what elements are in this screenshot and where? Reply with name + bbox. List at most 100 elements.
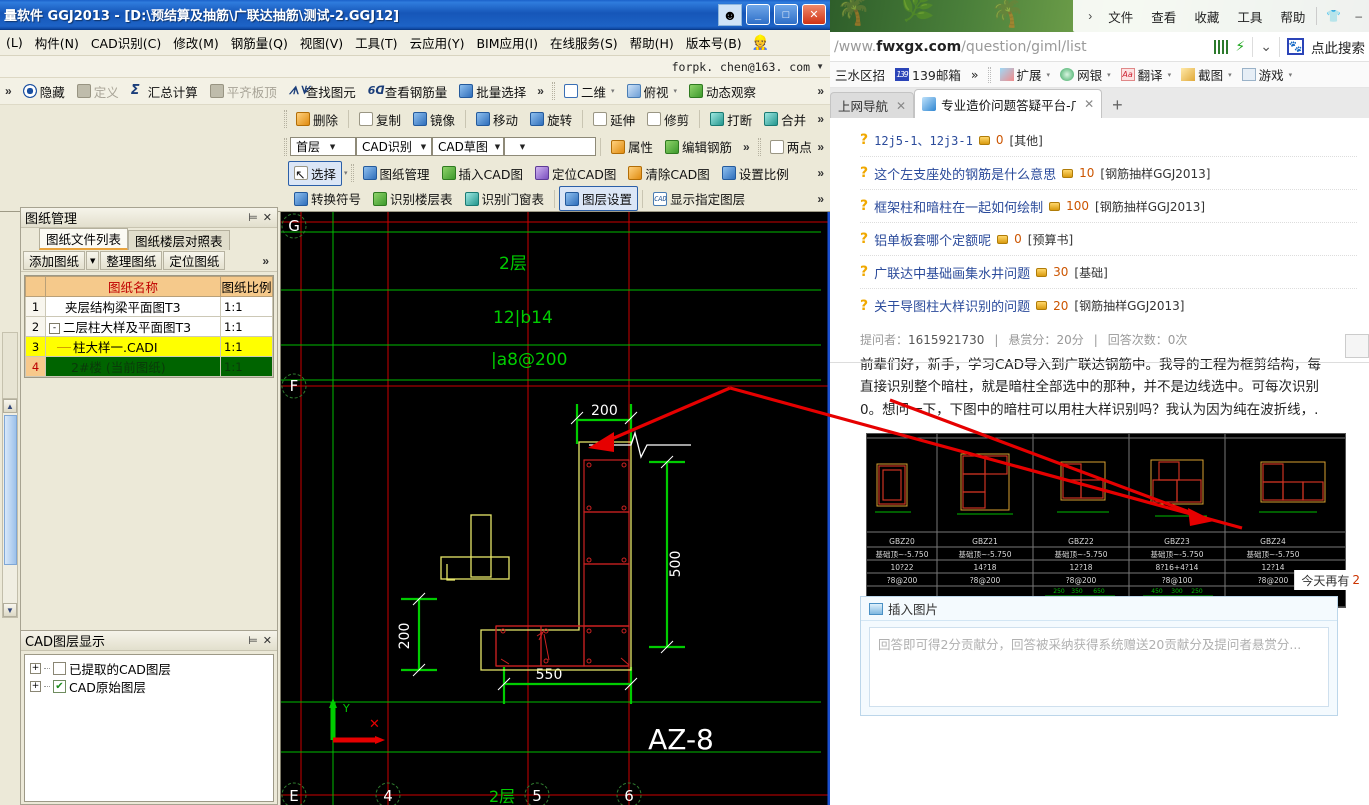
move-button[interactable]: 移动 [470, 107, 524, 132]
menu-item-modify[interactable]: 修改(M) [167, 31, 225, 54]
chevron-down-icon[interactable]: ▾ [1287, 71, 1293, 79]
table-row[interactable]: 3 柱大样一.CADI 1:1 [25, 336, 273, 357]
trim-button[interactable]: 修剪 [641, 107, 695, 132]
drawing-manager-button[interactable]: 图纸管理 [357, 161, 436, 186]
layer-settings-button[interactable]: 图层设置 [559, 186, 639, 211]
checkbox-unchecked[interactable] [53, 661, 66, 675]
close-icon[interactable]: ✕ [1084, 97, 1094, 111]
table-row[interactable]: 2 - 二层柱大样及平面图T3 1:1 [25, 316, 273, 337]
toolbar-row1-overflow[interactable]: » [532, 84, 549, 98]
cad-layer-item-extracted[interactable]: + 已提取的CAD图层 [30, 659, 268, 677]
menu-item-components[interactable]: 构件(N) [29, 31, 85, 54]
menu-item-bim[interactable]: BIM应用(I) [470, 31, 544, 54]
empty-select[interactable]: ▼ [504, 137, 596, 156]
select-tool-button[interactable]: ↖ 选择 [288, 160, 343, 186]
toolbar-games[interactable]: 游戏 ▾ [1237, 65, 1298, 84]
table-row-selected[interactable]: 4 2#楼 (当前图纸) 1:1 [25, 356, 273, 377]
bookmark-overflow[interactable]: » [966, 67, 984, 82]
set-scale-button[interactable]: 设置比例 [716, 161, 795, 186]
list-item[interactable]: ? 这个左支座处的钢筋是什么意思 10 [钢筋抽样GGJ2013] [860, 157, 1357, 190]
chevron-down-icon[interactable]: ▾ [1226, 71, 1232, 79]
browser-menu-file[interactable]: 文件 [1099, 7, 1142, 26]
break-button[interactable]: 打断 [704, 107, 758, 132]
list-item[interactable]: ? 铝单板套哪个定额呢 0 [预算书] [860, 223, 1357, 256]
scroll-up-arrow[interactable]: ▲ [3, 399, 17, 413]
copy-button[interactable]: 复制 [353, 107, 407, 132]
list-item[interactable]: ? 12j5-1、12j3-1 0 [其他] [860, 124, 1357, 157]
cad-layer-item-original[interactable]: + ✔ CAD原始图层 [30, 677, 268, 695]
find-element-button[interactable]: ᗑᗐ 查找图元 [283, 79, 362, 104]
scroll-down-arrow[interactable]: ▼ [3, 603, 17, 617]
insert-image-label[interactable]: 插入图片 [888, 599, 938, 618]
organize-drawing-button[interactable]: 整理图纸 [100, 251, 163, 270]
list-item[interactable]: ? 框架柱和暗柱在一起如何绘制 100 [钢筋抽样GGJ2013] [860, 190, 1357, 223]
close-icon[interactable]: ✕ [263, 211, 272, 224]
chevron-down-icon[interactable]: ▼ [326, 143, 339, 151]
orbit-button[interactable]: 动态观察 [683, 79, 762, 104]
menu-item-version[interactable]: 版本号(B) [680, 31, 748, 54]
drawing-panel-overflow[interactable]: » [256, 254, 275, 268]
dock-vertical-scrollbar[interactable]: ▲ ▼ [2, 398, 18, 618]
qrcode-icon[interactable] [1214, 39, 1229, 54]
question-title[interactable]: 框架柱和暗柱在一起如何绘制 [874, 197, 1043, 216]
browser-menu-view[interactable]: 查看 [1142, 7, 1185, 26]
tab-qa-platform[interactable]: 专业造价问题答疑平台-广联达 ✕ [914, 89, 1103, 118]
question-title[interactable]: 这个左支座处的钢筋是什么意思 [874, 164, 1056, 183]
align-slab-button[interactable]: 平齐板顶 [204, 79, 283, 104]
new-tab-button[interactable]: + [1102, 95, 1133, 118]
clear-cad-button[interactable]: 清除CAD图 [622, 161, 715, 186]
toolbar-grip[interactable] [551, 82, 555, 100]
recognize-floor-table-button[interactable]: 识别楼层表 [367, 186, 459, 211]
two-point-button[interactable]: 两点 [764, 134, 818, 159]
address-bar-text[interactable]: /www.fwxgx.com/question/giml/list [830, 39, 1087, 55]
toolbar-row3-overflow[interactable]: » [738, 140, 755, 154]
scrollbar-thumb[interactable] [4, 415, 17, 565]
two-point-grip[interactable] [757, 137, 761, 156]
menu-item-rebar-quantity[interactable]: 钢筋量(Q) [225, 31, 294, 54]
batch-select-button[interactable]: 批量选择 [453, 79, 532, 104]
list-item[interactable]: ? 关于导图柱大样识别的问题 20 [钢筋抽样GGJ2013] [860, 289, 1357, 322]
delete-button[interactable]: 删除 [290, 107, 344, 132]
tab-navigation[interactable]: 上网导航 ✕ [830, 92, 915, 118]
combo-toolbar-grip[interactable] [284, 137, 287, 156]
checkbox-checked[interactable]: ✔ [53, 679, 66, 693]
properties-button[interactable]: 属性 [605, 134, 659, 159]
expand-icon[interactable]: + [30, 662, 41, 674]
cad-drawing-canvas[interactable]: G F E 4 5 6 2层 12|b14 |a8@200 2层 200 500… [280, 212, 830, 805]
add-drawing-button[interactable]: 添加图纸 [23, 251, 86, 270]
question-title[interactable]: 12j5-1、12j3-1 [874, 132, 973, 149]
menu-item-0[interactable]: (L) [0, 33, 29, 52]
pin-icon[interactable]: ⊨ [248, 211, 258, 224]
bookmark-sanshui[interactable]: 三水区招 [830, 65, 890, 84]
chevron-down-icon[interactable]: ▾ [1045, 71, 1051, 79]
browser-minimize-button[interactable]: – [1348, 9, 1369, 23]
question-title[interactable]: 关于导图柱大样识别的问题 [874, 296, 1030, 315]
chevron-down-icon[interactable]: ▾ [1105, 71, 1111, 79]
chevron-down-icon[interactable]: ▼ [494, 143, 501, 151]
convert-symbol-button[interactable]: 转换符号 [288, 186, 367, 211]
shirt-icon[interactable]: 👕 [1319, 9, 1348, 23]
expander-icon[interactable]: - [49, 323, 60, 334]
browser-menu-tools[interactable]: 工具 [1228, 7, 1271, 26]
bookmark-139mail[interactable]: 139 139邮箱 [890, 65, 966, 84]
close-icon[interactable]: ✕ [896, 99, 906, 113]
toolbar-online-bank[interactable]: 网银 ▾ [1055, 65, 1116, 84]
menu-item-tools[interactable]: 工具(T) [349, 31, 403, 54]
cad-recognition-select[interactable]: CAD识别 ▼ [356, 137, 432, 156]
tab-drawing-file-list[interactable]: 图纸文件列表 [39, 228, 129, 250]
recognize-door-window-button[interactable]: 识别门窗表 [459, 186, 551, 211]
locate-drawing-button[interactable]: 定位图纸 [163, 251, 226, 270]
chevron-down-icon[interactable]: ▾ [609, 87, 615, 95]
show-layer-button[interactable]: CAD 显示指定图层 [647, 186, 751, 211]
insert-cad-button[interactable]: 插入CAD图 [436, 161, 529, 186]
tab-drawing-floor-table[interactable]: 图纸楼层对照表 [128, 230, 230, 250]
toolbar-extensions[interactable]: 扩展 ▾ [995, 65, 1056, 84]
menu-item-cad-recognition[interactable]: CAD识别(C) [85, 31, 167, 54]
toolbar-row1-right-overflow[interactable]: » [811, 84, 830, 98]
question-title[interactable]: 广联达中基础画集水井问题 [874, 263, 1030, 282]
paw-icon[interactable]: 🐾 [1287, 38, 1304, 55]
expand-icon[interactable]: + [30, 680, 41, 692]
toolbar-row5-overflow[interactable]: » [811, 192, 830, 206]
select-tool-caret-icon[interactable]: ▾ [342, 169, 348, 177]
lightning-icon[interactable]: ⚡ [1235, 38, 1245, 55]
